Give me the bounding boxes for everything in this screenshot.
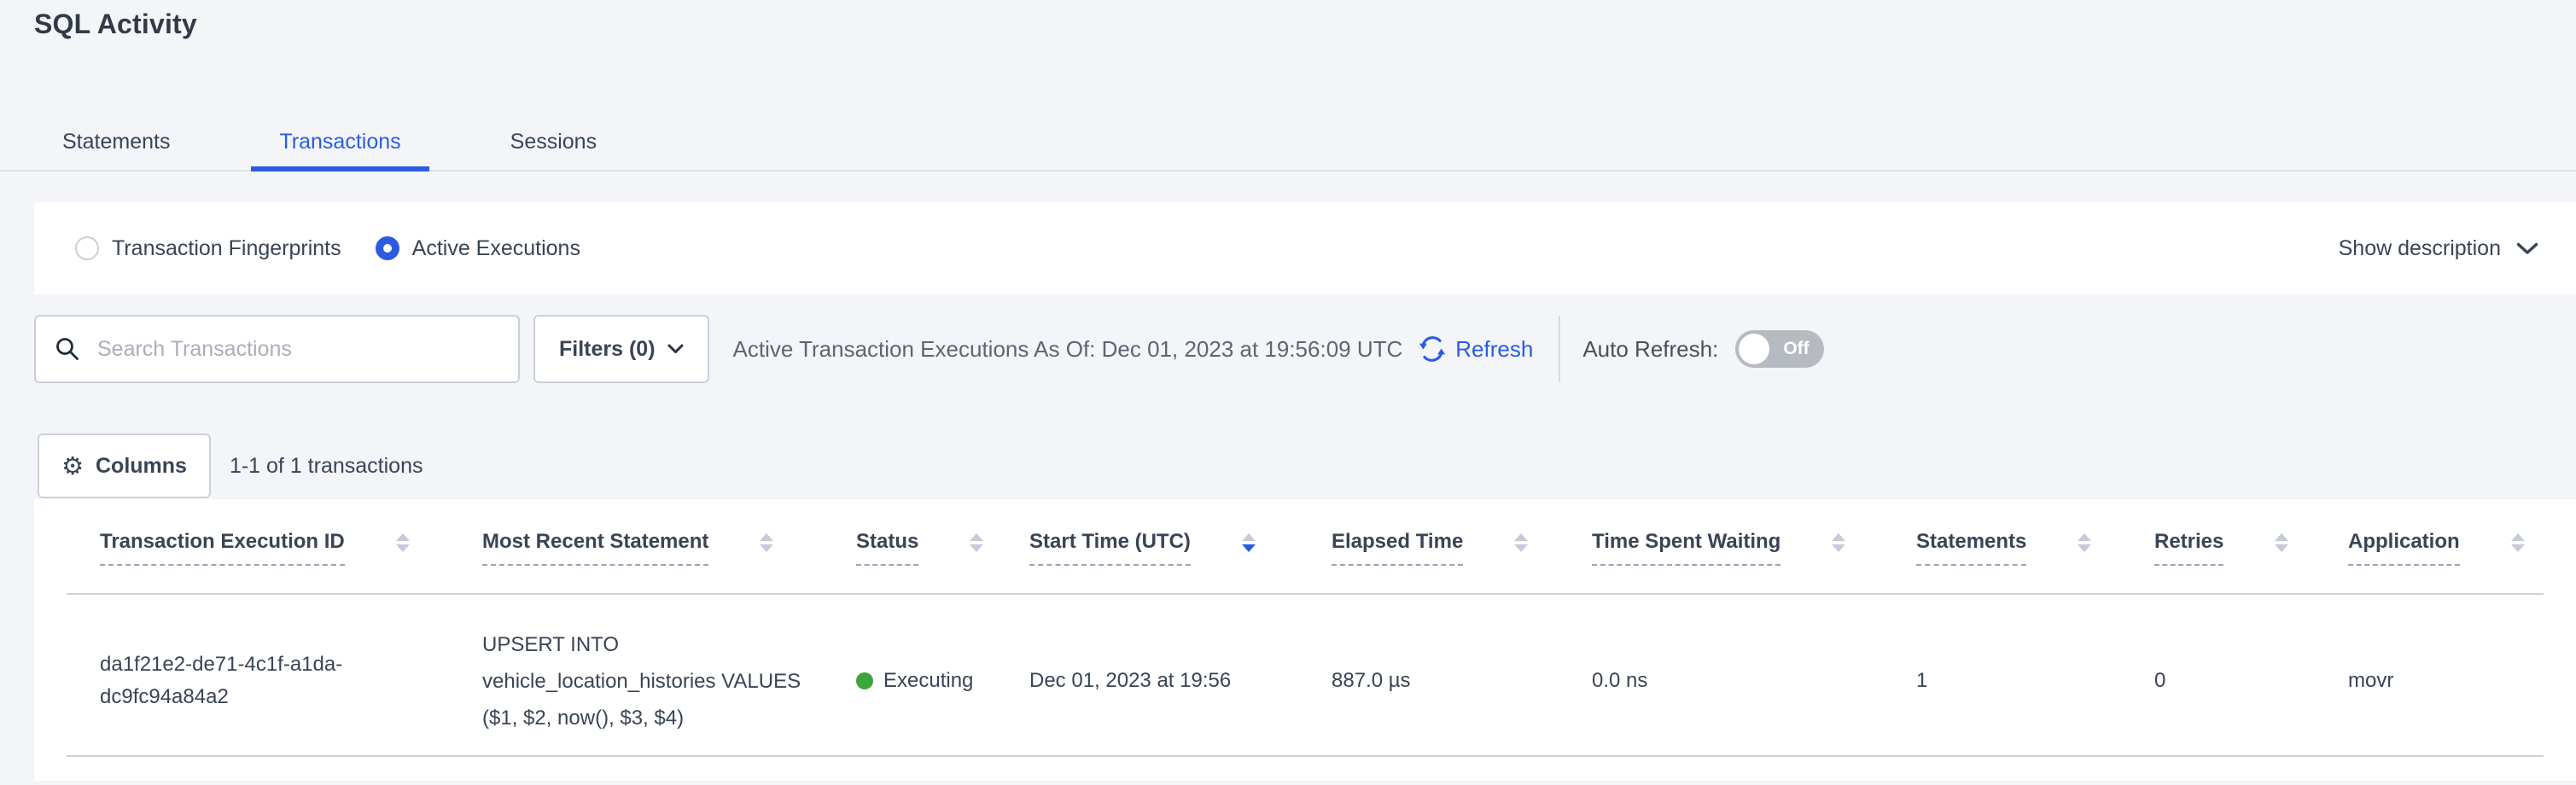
search-icon (55, 336, 80, 362)
column-header-statements[interactable]: Statements (1916, 499, 2154, 593)
filters-label: Filters (0) (559, 337, 656, 362)
status-label: Executing (883, 669, 973, 693)
filters-button[interactable]: Filters (0) (533, 315, 709, 383)
tab-sessions[interactable]: Sessions (482, 119, 625, 172)
view-mode-card: Transaction Fingerprints Active Executio… (34, 202, 2576, 294)
column-header-status[interactable]: Status (856, 499, 1029, 593)
sort-arrows-icon (1832, 533, 1845, 552)
radio-circle-selected[interactable] (376, 236, 399, 260)
gear-icon: ⚙ (61, 454, 84, 479)
show-description-label: Show description (2339, 236, 2501, 261)
chevron-down-icon (2516, 242, 2538, 255)
cell-transaction-execution-id: da1f21e2-de71-4c1f-a1da-dc9fc94a84a2 (67, 648, 482, 713)
tab-transactions[interactable]: Transactions (251, 119, 428, 172)
cell-most-recent-statement: UPSERT INTO vehicle_location_histories V… (482, 626, 856, 736)
search-box[interactable] (34, 315, 520, 383)
table-row: da1f21e2-de71-4c1f-a1da-dc9fc94a84a2 UPS… (67, 595, 2544, 757)
cell-statements: 1 (1916, 669, 2154, 693)
radio-circle-unselected[interactable] (75, 236, 99, 260)
sort-arrows-icon (2078, 533, 2091, 552)
sort-arrows-icon (760, 533, 773, 552)
auto-refresh-toggle[interactable]: Off (1735, 330, 1824, 368)
show-description-button[interactable]: Show description (2339, 236, 2538, 261)
chevron-down-icon (667, 344, 684, 354)
columns-label: Columns (96, 454, 187, 479)
column-header-transaction-execution-id[interactable]: Transaction Execution ID (67, 499, 482, 593)
as-of-timestamp: Active Transaction Executions As Of: Dec… (733, 336, 1403, 363)
columns-button[interactable]: ⚙ Columns (38, 433, 211, 498)
radio-label[interactable]: Transaction Fingerprints (112, 236, 341, 261)
column-header-application[interactable]: Application (2348, 499, 2544, 593)
page-title: SQL Activity (34, 9, 197, 40)
sort-arrows-icon (970, 533, 983, 552)
toggle-state-label: Off (1783, 339, 1809, 359)
sort-arrows-icon (1514, 533, 1528, 552)
cell-retries: 0 (2154, 669, 2348, 693)
column-header-elapsed-time[interactable]: Elapsed Time (1332, 499, 1592, 593)
column-header-retries[interactable]: Retries (2154, 499, 2348, 593)
radio-transaction-fingerprints[interactable]: Transaction Fingerprints (75, 236, 341, 261)
sort-arrows-icon (2511, 533, 2525, 552)
column-header-start-time[interactable]: Start Time (UTC) (1029, 499, 1332, 593)
cell-time-spent-waiting: 0.0 ns (1592, 669, 1916, 693)
refresh-button[interactable]: Refresh (1418, 334, 1533, 363)
radio-label[interactable]: Active Executions (412, 236, 580, 261)
table-header-row: Transaction Execution ID Most Recent Sta… (67, 499, 2544, 595)
refresh-label: Refresh (1455, 336, 1533, 363)
column-header-time-spent-waiting[interactable]: Time Spent Waiting (1592, 499, 1916, 593)
radio-active-executions[interactable]: Active Executions (376, 236, 580, 261)
cell-start-time: Dec 01, 2023 at 19:56 (1029, 669, 1332, 693)
table-controls: ⚙ Columns 1-1 of 1 transactions (38, 433, 423, 498)
cell-application: movr (2348, 669, 2544, 693)
cell-status: Executing (856, 669, 1029, 693)
auto-refresh-label: Auto Refresh: (1582, 336, 1718, 363)
refresh-icon (1418, 334, 1447, 363)
results-count: 1-1 of 1 transactions (230, 454, 423, 479)
cell-elapsed-time: 887.0 µs (1332, 669, 1592, 693)
transactions-table: Transaction Execution ID Most Recent Sta… (34, 499, 2576, 781)
sort-arrows-icon (2275, 533, 2288, 552)
toolbar-divider (1559, 316, 1560, 382)
sort-arrows-icon (396, 533, 410, 552)
status-executing-dot-icon (856, 672, 873, 689)
toolbar: Filters (0) Active Transaction Execution… (34, 315, 2576, 383)
tab-statements[interactable]: Statements (34, 119, 198, 172)
sql-activity-page: SQL Activity Statements Transactions Ses… (0, 0, 2576, 785)
tab-bar: Statements Transactions Sessions (34, 119, 625, 172)
sort-arrows-icon-active-desc (1242, 533, 1256, 552)
toggle-knob[interactable] (1739, 334, 1769, 364)
search-input[interactable] (96, 336, 499, 363)
column-header-most-recent-statement[interactable]: Most Recent Statement (482, 499, 856, 593)
